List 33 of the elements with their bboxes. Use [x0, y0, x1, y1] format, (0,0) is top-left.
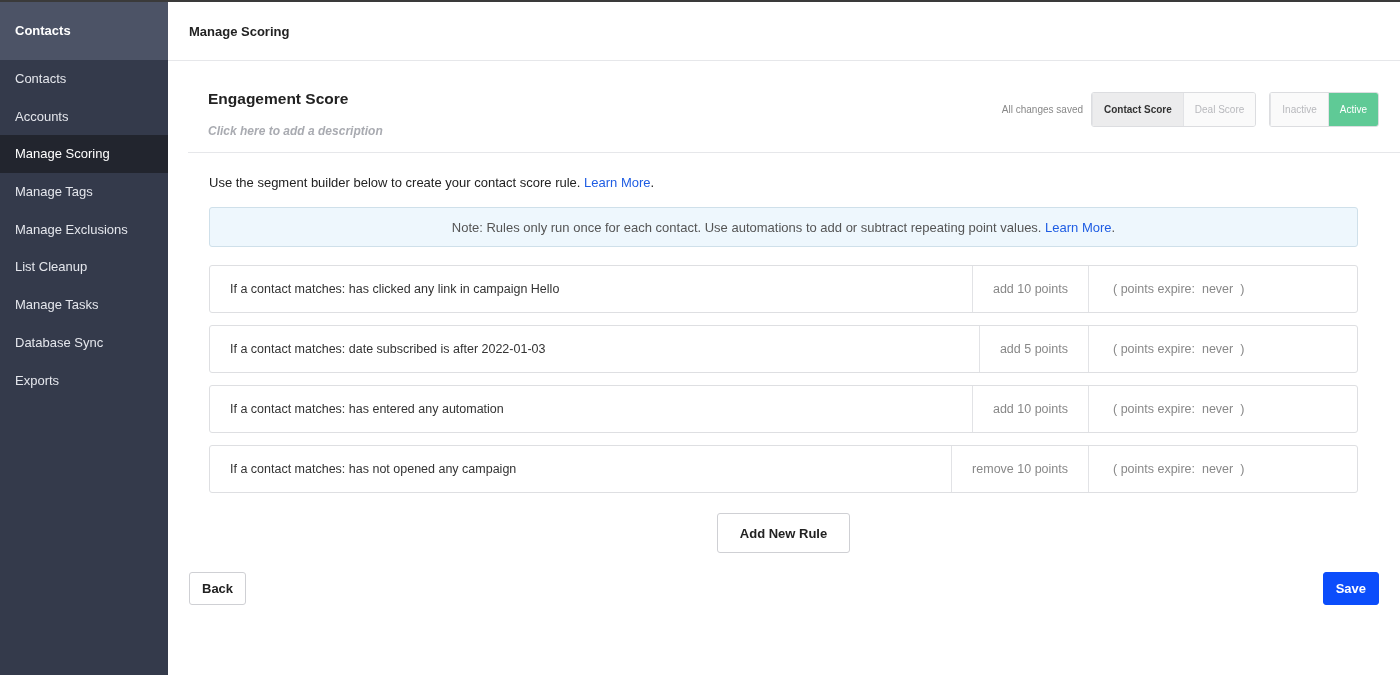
rule-condition: If a contact matches: date subscribed is after 2022-01-03 [230, 342, 546, 356]
rule-points[interactable]: add 10 points [992, 402, 1068, 416]
note-text: Note: Rules only run once for each contact. Use automations to add or subtract repeating point values. Learn More. [451, 219, 1116, 235]
score-type-tab[interactable]: Contact Score [1092, 92, 1183, 126]
rule-points[interactable]: add 10 points [992, 282, 1068, 296]
rule-condition: If a contact matches: has not opened any campaign [230, 462, 517, 476]
rule-expiry[interactable]: ( points expire: never ) [1113, 402, 1245, 416]
rule-expiry[interactable]: ( points expire: never ) [1113, 282, 1245, 296]
sidebar-item[interactable]: Accounts [0, 97, 168, 136]
intro-text: Use the segment builder below to create your contact score rule. Learn More. [209, 175, 656, 190]
score-name[interactable]: Engagement Score [208, 90, 383, 108]
rule-condition: If a contact matches: has clicked any link in campaign Hello [230, 282, 560, 296]
save-status: All changes saved [1001, 103, 1084, 115]
sidebar-item[interactable]: Manage Tasks [0, 286, 168, 324]
sidebar-item[interactable]: Manage Tags [0, 173, 168, 211]
learn-more-link[interactable]: Learn More [584, 175, 651, 190]
rule-points[interactable]: remove 10 points [972, 462, 1068, 476]
back-button[interactable]: Back [189, 572, 247, 605]
page-title: Manage Scoring [189, 23, 290, 39]
rule-expiry[interactable]: ( points expire: never ) [1113, 342, 1245, 356]
rule-points[interactable]: add 5 points [999, 342, 1068, 356]
save-button[interactable]: Save [1322, 572, 1379, 605]
add-rule-button[interactable]: Add New Rule [716, 513, 851, 553]
sidebar-item[interactable]: List Cleanup [0, 248, 168, 287]
sidebar-item[interactable]: Contacts [0, 60, 168, 98]
sidebar-item[interactable]: Manage Scoring [0, 135, 168, 174]
learn-more-link[interactable]: Learn More [1045, 219, 1112, 235]
sidebar-item[interactable]: Exports [0, 361, 168, 400]
sidebar-item[interactable]: Database Sync [0, 323, 168, 362]
rule-condition: If a contact matches: has entered any automation [230, 402, 504, 416]
sidebar-item[interactable]: Manage Exclusions [0, 210, 168, 249]
sidebar-title: Contacts [0, 2, 168, 60]
rule-expiry[interactable]: ( points expire: never ) [1113, 462, 1245, 476]
